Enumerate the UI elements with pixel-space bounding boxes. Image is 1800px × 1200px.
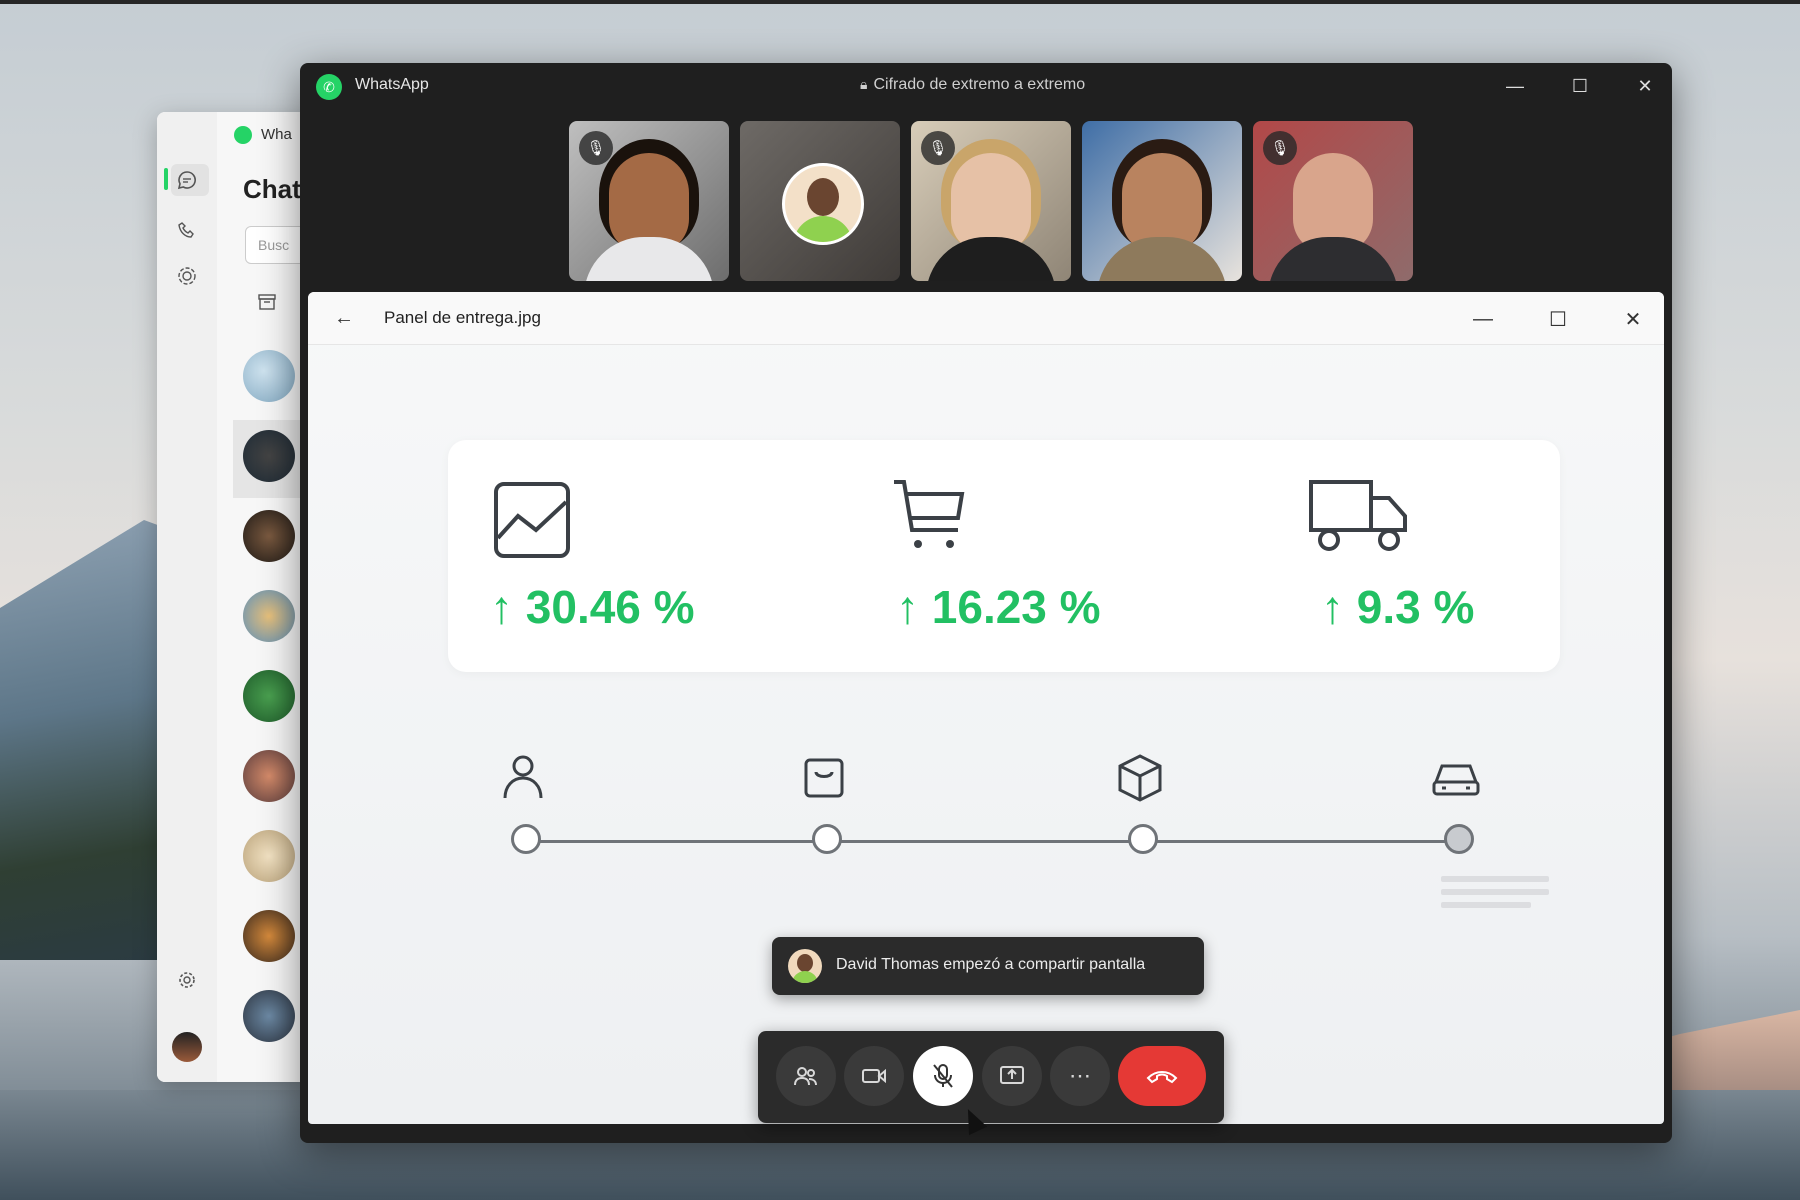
back-arrow-icon[interactable]: ← [330,304,358,332]
chat-avatar[interactable] [243,350,295,402]
end-call-icon [1146,1071,1178,1084]
viewer-close-button[interactable]: ✕ [1618,304,1648,334]
viewer-minimize-button[interactable]: — [1468,304,1498,334]
chat-avatar[interactable] [243,910,295,962]
mic-off-icon: 🎙︎ [921,131,955,165]
participant-tile[interactable]: 🎙︎ [911,121,1071,281]
participant-shoulders [1268,237,1398,281]
chat-avatar[interactable] [243,430,295,482]
encryption-label: 🔒︎ Cifrado de extremo a extremo [860,76,1085,94]
search-placeholder: Busc [258,237,290,253]
bag-icon [804,758,844,798]
stat-value-delivery: ↑ 9.3 % [1321,581,1475,633]
stat-value-cart: ↑ 16.23 % [896,581,1101,633]
status-icon[interactable] [175,264,199,288]
progress-node-current [1444,824,1474,854]
avatar-shirt [793,216,853,242]
chat-avatar[interactable] [243,830,295,882]
participant-tile[interactable] [1082,121,1242,281]
encryption-text: Cifrado de extremo a extremo [873,76,1086,93]
placeholder-text-lines [1441,876,1549,915]
chat-avatar[interactable] [243,510,295,562]
participant-shoulders [926,237,1056,281]
up-arrow-icon: ↑ [1321,581,1357,633]
more-options-button[interactable]: ⋯ [1050,1046,1110,1106]
participant-shoulders [1097,237,1227,281]
share-screen-button[interactable] [982,1046,1042,1106]
desktop-top-strip [0,0,1800,4]
chat-avatar[interactable] [243,670,295,722]
mic-off-icon [933,1064,953,1088]
progress-track [526,840,1470,843]
car-icon [1432,764,1480,796]
mic-off-icon: 🎙︎ [579,131,613,165]
stats-card: ↑ 30.46 % ↑ 16.23 % ↑ 9.3 % [448,440,1560,672]
viewer-title: Panel de entrega.jpg [384,308,541,327]
minimize-button[interactable]: — [1500,71,1530,101]
archive-icon[interactable] [257,292,277,317]
image-viewer-window[interactable]: ← Panel de entrega.jpg — ☐ ✕ ↑ 30.46 % ↑… [308,292,1664,1124]
up-arrow-icon: ↑ [896,581,932,633]
end-call-button[interactable] [1118,1046,1206,1106]
camera-button[interactable] [844,1046,904,1106]
chat-avatar[interactable] [243,590,295,642]
person-icon [503,755,543,799]
maximize-button[interactable]: ☐ [1565,71,1595,101]
stat-value-sales: ↑ 30.46 % [490,581,695,633]
whatsapp-logo-icon: ✆ [316,74,342,100]
truck-icon [1309,480,1407,551]
progress-node [812,824,842,854]
cart-icon [894,480,965,548]
toast-avatar [788,949,822,983]
participant-avatar [782,163,864,245]
call-window-title: WhatsApp [355,76,429,93]
participant-tile[interactable]: 🎙︎ [569,121,729,281]
participant-tile[interactable] [740,121,900,281]
toast-text: David Thomas empezó a compartir pantalla [836,956,1146,973]
screen-share-toast: David Thomas empezó a compartir pantalla [772,937,1204,995]
chart-icon [494,482,570,558]
participants-button[interactable] [776,1046,836,1106]
mute-button[interactable] [913,1046,973,1106]
chat-avatar[interactable] [243,990,295,1042]
rail-active-indicator [164,168,168,190]
chat-avatar[interactable] [243,750,295,802]
camera-icon [862,1068,886,1084]
whatsapp-logo-icon [234,126,252,144]
lock-icon: 🔒︎ [860,76,868,92]
box-icon [1118,754,1162,802]
mic-off-icon: 🎙︎ [1263,131,1297,165]
chats-heading: Chat [243,174,301,204]
calls-icon[interactable] [175,218,199,242]
participant-shoulders [584,237,714,281]
participant-tile[interactable]: 🎙︎ [1253,121,1413,281]
background-whatsapp-window[interactable]: Wha Chat Busc [157,112,313,1082]
call-controls-bar: ⋯ [758,1031,1224,1123]
progress-node [1128,824,1158,854]
navigation-rail [157,112,217,1082]
share-screen-icon [1000,1066,1024,1084]
settings-icon[interactable] [175,968,199,992]
up-arrow-icon: ↑ [490,581,526,633]
chats-icon[interactable] [175,168,199,192]
participants-icon [794,1067,817,1086]
close-button[interactable]: ✕ [1630,71,1660,101]
avatar-head [807,178,839,216]
more-icon: ⋯ [1069,1063,1091,1088]
viewer-maximize-button[interactable]: ☐ [1543,304,1573,334]
profile-avatar[interactable] [172,1032,202,1062]
background-window-title: Wha [261,126,292,143]
progress-node [511,824,541,854]
